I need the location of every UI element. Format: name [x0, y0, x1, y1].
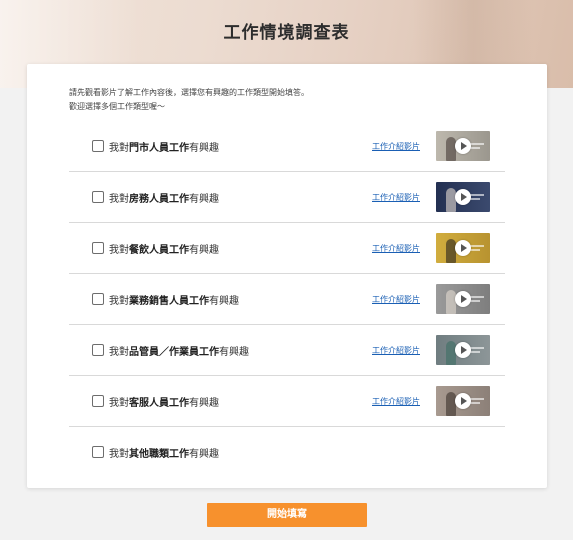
video-thumbnail[interactable] [436, 131, 490, 161]
checkbox-other[interactable] [92, 446, 104, 458]
survey-card: 請先觀看影片了解工作內容後，選擇您有興趣的工作類型開始填答。 歡迎選擇多個工作類… [27, 64, 547, 488]
option-row-other: 我對其他職類工作有興趣 [69, 427, 505, 478]
person-image [446, 392, 456, 416]
play-icon[interactable] [455, 189, 471, 205]
checkbox-store-staff[interactable] [92, 140, 104, 152]
checkbox-food-service[interactable] [92, 242, 104, 254]
option-row-quality-operator: 我對品管員／作業員工作有興趣 工作介紹影片 [69, 325, 505, 376]
person-image [446, 239, 456, 263]
option-row-store-staff: 我對門市人員工作有興趣 工作介紹影片 [69, 121, 505, 172]
play-icon[interactable] [455, 240, 471, 256]
person-image [446, 137, 456, 161]
person-image [446, 341, 456, 365]
checkbox-housekeeping[interactable] [92, 191, 104, 203]
video-thumbnail[interactable] [436, 284, 490, 314]
option-label[interactable]: 我對門市人員工作有興趣 [109, 139, 219, 154]
video-thumbnail[interactable] [436, 233, 490, 263]
person-image [446, 188, 456, 212]
page-title: 工作情境調查表 [223, 23, 350, 43]
checkbox-customer-service[interactable] [92, 395, 104, 407]
start-button[interactable]: 開始填寫 [207, 503, 367, 527]
option-label[interactable]: 我對品管員／作業員工作有興趣 [109, 343, 249, 358]
option-row-sales: 我對業務銷售人員工作有興趣 工作介紹影片 [69, 274, 505, 325]
option-row-customer-service: 我對客服人員工作有興趣 工作介紹影片 [69, 376, 505, 427]
option-row-food-service: 我對餐飲人員工作有興趣 工作介紹影片 [69, 223, 505, 274]
video-link[interactable]: 工作介紹影片 [372, 294, 420, 305]
checkbox-quality-operator[interactable] [92, 344, 104, 356]
intro-text: 請先觀看影片了解工作內容後，選擇您有興趣的工作類型開始填答。 歡迎選擇多個工作類… [69, 86, 309, 114]
option-label[interactable]: 我對餐飲人員工作有興趣 [109, 241, 219, 256]
option-label[interactable]: 我對客服人員工作有興趣 [109, 394, 219, 409]
checkbox-sales[interactable] [92, 293, 104, 305]
video-link[interactable]: 工作介紹影片 [372, 192, 420, 203]
play-icon[interactable] [455, 342, 471, 358]
video-link[interactable]: 工作介紹影片 [372, 396, 420, 407]
person-image [446, 290, 456, 314]
video-thumbnail[interactable] [436, 182, 490, 212]
play-icon[interactable] [455, 291, 471, 307]
option-label[interactable]: 我對其他職類工作有興趣 [109, 445, 219, 460]
play-icon[interactable] [455, 138, 471, 154]
video-link[interactable]: 工作介紹影片 [372, 243, 420, 254]
video-thumbnail[interactable] [436, 335, 490, 365]
option-row-housekeeping: 我對房務人員工作有興趣 工作介紹影片 [69, 172, 505, 223]
option-label[interactable]: 我對業務銷售人員工作有興趣 [109, 292, 239, 307]
play-icon[interactable] [455, 393, 471, 409]
video-link[interactable]: 工作介紹影片 [372, 141, 420, 152]
intro-line-1: 請先觀看影片了解工作內容後，選擇您有興趣的工作類型開始填答。 [69, 88, 309, 97]
video-link[interactable]: 工作介紹影片 [372, 345, 420, 356]
video-thumbnail[interactable] [436, 386, 490, 416]
option-label[interactable]: 我對房務人員工作有興趣 [109, 190, 219, 205]
intro-line-2: 歡迎選擇多個工作類型喔～ [69, 102, 165, 111]
